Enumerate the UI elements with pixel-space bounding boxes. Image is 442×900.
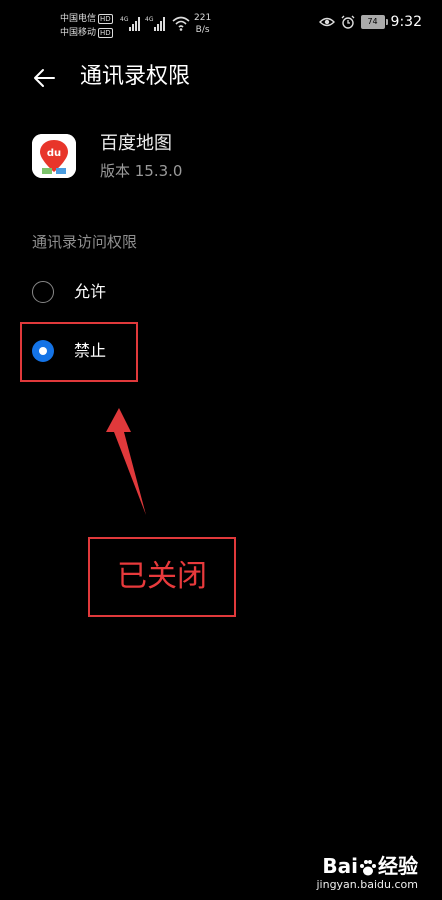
hd-badge: HD [98, 27, 113, 38]
watermark-brand-left: Bai [322, 854, 358, 878]
watermark-brand-right: 经验 [378, 854, 418, 878]
status-right: 74 9:32 [318, 14, 422, 30]
battery-icon: 74 [360, 15, 388, 29]
carrier-info: 中国电信 HD 中国移动 HD [60, 12, 113, 40]
callout-box: 已关闭 [88, 537, 236, 617]
svg-text:4G: 4G [145, 16, 154, 23]
signal-icon: 4G [120, 16, 140, 31]
watermark: Bai 经验 jingyan.baidu.com [316, 854, 418, 892]
app-info: du 百度地图 版本 15.3.0 [32, 130, 392, 184]
map-pin-icon: du [32, 134, 76, 178]
app-icon: du [32, 134, 76, 178]
callout-text: 已关闭 [117, 559, 207, 594]
option-allow[interactable]: 允许 [20, 268, 400, 318]
status-bar: 中国电信 HD 中国移动 HD 4G 4G 221 B/s 74 9:32 [0, 0, 442, 48]
eye-icon [318, 17, 335, 27]
back-arrow-icon[interactable] [30, 64, 58, 92]
clock: 9:32 [390, 14, 422, 30]
header: 通讯录权限 [0, 56, 442, 100]
radio-allow[interactable] [32, 281, 54, 303]
paw-icon [360, 859, 376, 875]
carrier-2: 中国移动 [60, 28, 97, 38]
svg-text:4G: 4G [120, 16, 129, 23]
watermark-url: jingyan.baidu.com [316, 878, 418, 891]
section-label: 通讯录访问权限 [32, 233, 138, 251]
option-label: 允许 [74, 282, 107, 301]
highlight-box [20, 322, 138, 382]
app-icon-text: du [47, 148, 61, 159]
hd-badge: HD [98, 13, 113, 24]
signal-icon: 4G [145, 16, 165, 31]
alarm-icon [341, 15, 355, 29]
network-speed: 221 B/s [194, 13, 212, 35]
app-name: 百度地图 [100, 133, 172, 154]
wifi-icon [172, 16, 190, 31]
page-title: 通讯录权限 [80, 64, 191, 89]
carrier-1: 中国电信 [60, 14, 97, 24]
app-version: 版本 15.3.0 [100, 162, 183, 180]
